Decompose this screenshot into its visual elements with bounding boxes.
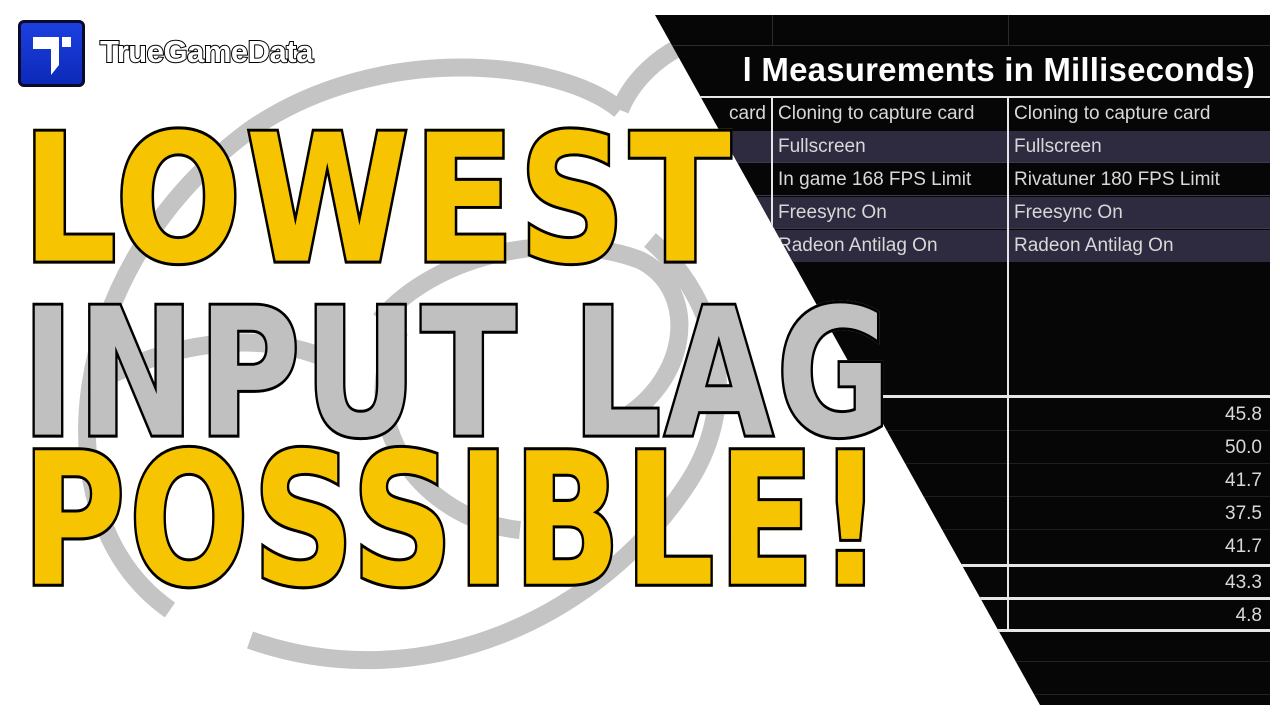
- value-cell: 45.8: [1225, 404, 1262, 425]
- value-cell: 37.5: [1225, 503, 1262, 524]
- settings-cell: Radeon Antilag On: [1014, 235, 1174, 256]
- column-header: Cloning to capture card: [778, 103, 975, 124]
- settings-cell: Rivatuner 180 FPS Limit: [1014, 169, 1220, 190]
- value-cell: 43.3: [1225, 572, 1262, 593]
- column-divider: [1007, 98, 1009, 632]
- table-top-grid: [655, 15, 1270, 46]
- grid-divider: [772, 15, 773, 45]
- brand-logo: [18, 20, 85, 87]
- letter-t-logo-icon: [33, 37, 71, 75]
- column-header: Cloning to capture card: [1014, 103, 1211, 124]
- settings-cell: Freesync On: [1014, 202, 1123, 223]
- headline-line-3: POSSIBLE!: [20, 415, 887, 628]
- grid-divider: [1008, 15, 1009, 45]
- settings-cell: Freesync On: [778, 202, 887, 223]
- value-cell: 41.7: [1225, 470, 1262, 491]
- table-title: l Measurements in Milliseconds): [742, 51, 1255, 88]
- value-cell: 41.7: [1225, 536, 1262, 557]
- value-cell: 50.0: [1225, 437, 1262, 458]
- value-cell: 4.8: [1235, 605, 1262, 626]
- brand-name: TrueGameData: [99, 33, 314, 70]
- settings-cell: Fullscreen: [1014, 136, 1102, 157]
- thumbnail-canvas: l Measurements in Milliseconds) card Clo…: [0, 0, 1280, 720]
- settings-cell: Radeon Antilag On: [778, 235, 938, 256]
- settings-cell: In game 168 FPS Limit: [778, 169, 972, 190]
- headline-line-1: LOWEST: [20, 97, 735, 304]
- settings-cell: Fullscreen: [778, 136, 866, 157]
